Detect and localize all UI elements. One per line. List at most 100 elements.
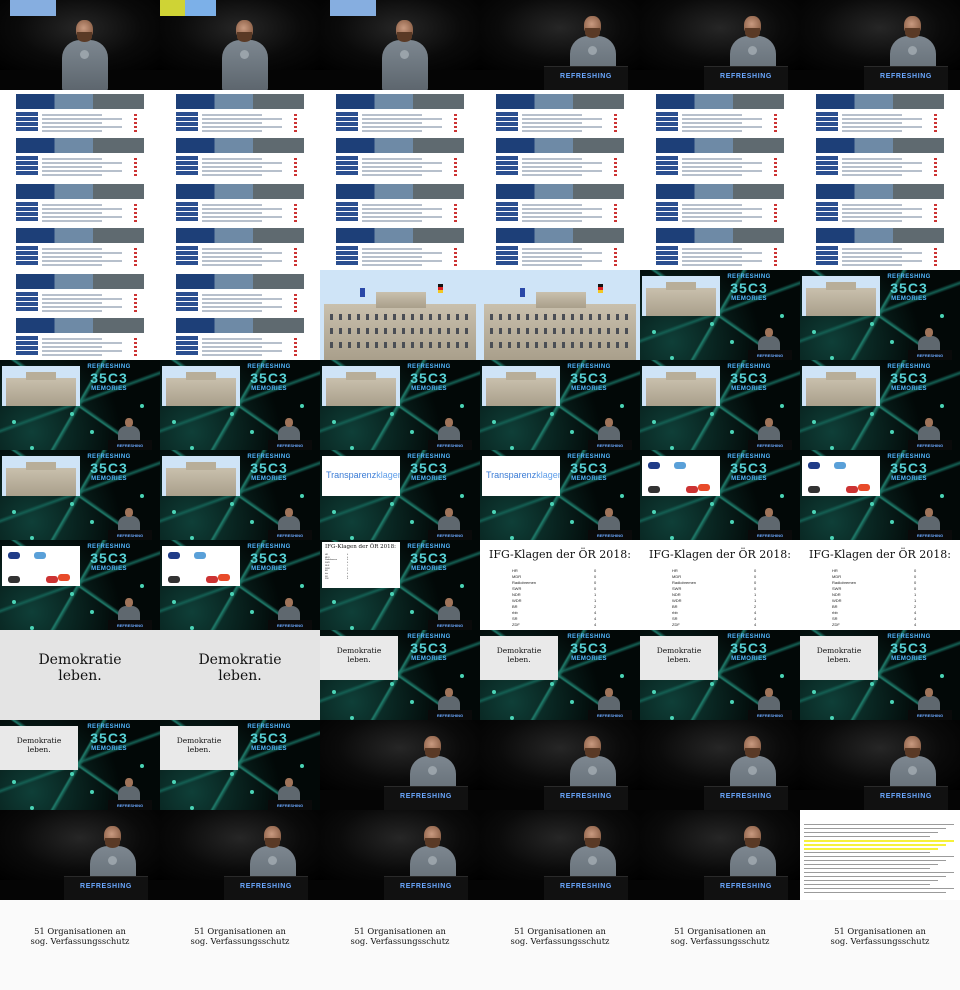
webpage-status-marker	[294, 338, 297, 340]
video-frame: REFRESHING 35C3 MEMORIES REFRESHING Transpar…	[480, 450, 640, 540]
organisation-logo	[8, 552, 20, 559]
network-node	[652, 330, 656, 334]
event-logo-bottom: MEMORIES	[91, 746, 127, 752]
network-node	[780, 494, 784, 498]
webpage-table-row	[362, 122, 422, 124]
flag-germany	[438, 284, 443, 293]
slide-transparenzklagen: Transparenzklagen	[482, 456, 560, 496]
webpage-table-row	[362, 260, 442, 262]
webpage-status-marker	[134, 264, 137, 266]
event-logo-mark: 35C3	[730, 640, 768, 656]
building-window	[429, 328, 432, 334]
building-window	[490, 314, 493, 320]
webpage-status-marker	[454, 158, 457, 160]
webpage-table-row	[42, 260, 122, 262]
building-window	[607, 314, 610, 320]
webpage-status-marker	[934, 162, 937, 164]
webpage-status-marker	[614, 248, 617, 250]
webpage-status-marker	[294, 118, 297, 120]
network-node	[492, 510, 496, 514]
slide-organisation-logos	[2, 546, 80, 586]
lectern: REFRESHING	[544, 876, 628, 900]
building-window	[438, 328, 441, 334]
lectern-label: REFRESHING	[756, 713, 784, 718]
building-window	[420, 328, 423, 334]
network-node	[730, 340, 734, 344]
webpage-status-marker	[134, 346, 137, 348]
organisationen-line-2: sog. Verfassungsschutz	[190, 936, 290, 947]
video-frame: IFG-Klagen der ÖR 2018: HR 0 MDR 0 Radiobreme…	[640, 540, 800, 630]
lectern-label: REFRESHING	[276, 623, 304, 628]
hoodie-logo	[748, 766, 757, 775]
webpage-status-marker	[134, 354, 137, 356]
webpage-table-row	[842, 118, 922, 120]
speaker-beard	[237, 32, 252, 42]
organisationen-line-2: sog. Verfassungsschutz	[510, 936, 610, 947]
lectern: REFRESHING	[748, 350, 792, 360]
organisation-logo	[34, 552, 46, 559]
webpage-status-marker	[294, 264, 297, 266]
webpage-banner	[656, 94, 784, 109]
slide-demokratie: Demokratie leben.	[480, 636, 558, 680]
network-node	[550, 412, 554, 416]
event-logo-mark: 35C3	[90, 370, 128, 386]
building-window	[616, 314, 619, 320]
speaker-beard	[585, 748, 600, 758]
network-node	[250, 520, 254, 524]
event-logo: REFRESHING 35C3 MEMORIES	[238, 454, 300, 482]
network-node	[410, 520, 414, 524]
webpage-status-marker	[454, 216, 457, 218]
building-window	[625, 328, 628, 334]
speaker-head	[445, 508, 453, 517]
building-window	[535, 328, 538, 334]
webpage-sidebar	[16, 336, 38, 356]
webpage-status-marker	[934, 126, 937, 128]
webpage-table-row	[842, 260, 922, 262]
webpage-status-marker	[774, 162, 777, 164]
webpage-status-marker	[454, 256, 457, 258]
ifg-title: IFG-Klagen der ÖR 2018:	[325, 544, 396, 550]
event-logo-mark: 35C3	[90, 460, 128, 476]
webpage-status-marker	[134, 294, 137, 296]
webpage-sidebar	[336, 156, 358, 176]
webpage-banner	[656, 228, 784, 243]
webpage-banner	[656, 138, 784, 153]
speaker-hoodie	[382, 40, 428, 90]
webpage-sidebar	[16, 292, 38, 312]
webpage-table-row	[682, 260, 762, 262]
video-frame: REFRESHING	[640, 720, 800, 810]
webpage-table-row	[682, 248, 742, 250]
webpage-sidebar	[16, 246, 38, 266]
webpage-screenshot	[816, 136, 944, 178]
building-window	[490, 342, 493, 348]
speaker-head	[125, 778, 133, 787]
webpage-banner	[16, 274, 144, 289]
network-node	[250, 430, 254, 434]
webpage-screenshot	[176, 92, 304, 134]
network-node	[710, 322, 714, 326]
organisation-logo	[834, 462, 846, 469]
ifg-row: ZDF 4	[832, 622, 928, 628]
lectern-label: REFRESHING	[720, 73, 772, 80]
organisation-logo	[58, 574, 70, 581]
building-window	[562, 314, 565, 320]
slide-building-photo	[2, 456, 80, 496]
building-window	[402, 342, 405, 348]
document-text-line	[804, 864, 938, 865]
network-node	[890, 700, 894, 704]
network-node	[812, 420, 816, 424]
building-window	[366, 342, 369, 348]
slide-organisation-logos	[802, 456, 880, 496]
network-node	[570, 520, 574, 524]
webpage-screenshot	[656, 136, 784, 178]
network-node	[570, 700, 574, 704]
webpage-screenshot	[336, 182, 464, 224]
webpage-table-row	[682, 204, 742, 206]
lectern-label: REFRESHING	[756, 443, 784, 448]
building-portico	[376, 292, 426, 308]
webpage-status-marker	[294, 166, 297, 168]
webpage-status-marker	[134, 118, 137, 120]
webpage-table-row	[202, 248, 262, 250]
network-node	[780, 404, 784, 408]
speaker-beard	[585, 838, 600, 848]
